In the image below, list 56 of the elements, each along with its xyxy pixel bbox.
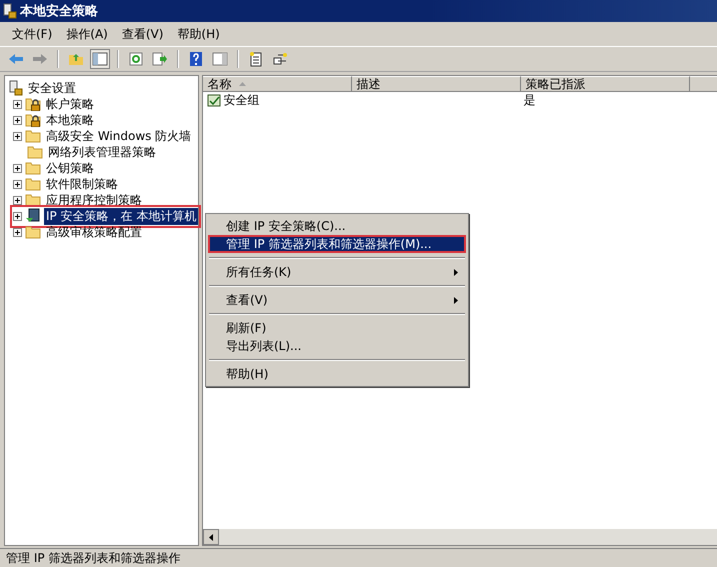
tree-item[interactable]: IP 安全策略，在 本地计算机 xyxy=(44,208,198,224)
column-header[interactable]: 策略已指派 xyxy=(521,76,690,92)
right-arrow-icon xyxy=(32,53,48,65)
tree-item[interactable]: 高级安全 Windows 防火墙 xyxy=(44,128,194,144)
column-header[interactable]: 名称 xyxy=(203,76,352,92)
tree-item[interactable]: 高级审核策略配置 xyxy=(44,224,144,240)
menu-item[interactable]: 管理 IP 筛选器列表和筛选器操作(M)... xyxy=(208,235,466,253)
expand-button[interactable] xyxy=(13,116,22,124)
export-list-icon xyxy=(152,52,168,66)
server-lock-icon xyxy=(3,3,17,19)
document-icon xyxy=(249,51,263,67)
left-triangle-icon xyxy=(209,534,214,540)
tree-item[interactable]: 应用程序控制策略 xyxy=(44,192,144,208)
folder-up-icon xyxy=(68,52,84,66)
expand-button[interactable] xyxy=(13,132,22,140)
computer-shield-icon xyxy=(25,208,41,224)
policy-icon xyxy=(207,94,222,106)
menu-item[interactable]: 导出列表(L)... xyxy=(208,337,466,355)
expand-button[interactable] xyxy=(13,196,22,204)
network-icon xyxy=(272,52,288,66)
menu-item[interactable]: 刷新(F) xyxy=(208,319,466,337)
submenu-arrow-icon xyxy=(454,268,458,276)
expand-button[interactable] xyxy=(13,212,22,220)
tree-item[interactable]: 帐户策略 xyxy=(44,96,96,112)
scroll-left-button[interactable] xyxy=(203,529,220,545)
expand-button[interactable] xyxy=(13,228,22,236)
menu-item[interactable]: 创建 IP 安全策略(C)... xyxy=(208,217,466,235)
tree-item[interactable]: 网络列表管理器策略 xyxy=(46,144,158,160)
status-text: 管理 IP 筛选器列表和筛选器操作 xyxy=(6,550,180,566)
submenu-arrow-icon xyxy=(454,296,458,304)
window-title: 本地安全策略 xyxy=(20,2,98,20)
sort-up-icon xyxy=(239,82,246,86)
panel-icon xyxy=(212,52,228,66)
menu-item[interactable]: 查看(V) xyxy=(122,26,164,42)
table-cell: 是 xyxy=(523,92,536,108)
expand-button[interactable] xyxy=(13,100,22,108)
help-icon xyxy=(189,51,203,67)
tree-item[interactable]: 安全设置 xyxy=(26,80,78,96)
table-cell: 安全组 xyxy=(223,92,260,108)
expand-button[interactable] xyxy=(13,180,22,188)
menu-item[interactable]: 所有任务(K) xyxy=(208,263,466,281)
menu-item[interactable]: 文件(F) xyxy=(12,26,52,42)
column-header[interactable]: 描述 xyxy=(352,76,522,92)
tree-item[interactable]: 本地策略 xyxy=(44,112,96,128)
left-arrow-icon xyxy=(8,53,24,65)
tree-item[interactable]: 公钥策略 xyxy=(44,160,96,176)
show-tree-button[interactable] xyxy=(90,49,110,69)
expand-button[interactable] xyxy=(13,164,22,172)
server-lock-icon xyxy=(9,80,23,96)
menu-item[interactable]: 帮助(H) xyxy=(177,26,220,42)
menu-item[interactable]: 操作(A) xyxy=(66,26,108,42)
panel-icon xyxy=(92,52,108,66)
menu-item[interactable]: 查看(V) xyxy=(208,291,466,309)
refresh-icon xyxy=(129,52,143,66)
tree-item[interactable]: 软件限制策略 xyxy=(44,176,120,192)
menu-item[interactable]: 帮助(H) xyxy=(208,365,466,383)
